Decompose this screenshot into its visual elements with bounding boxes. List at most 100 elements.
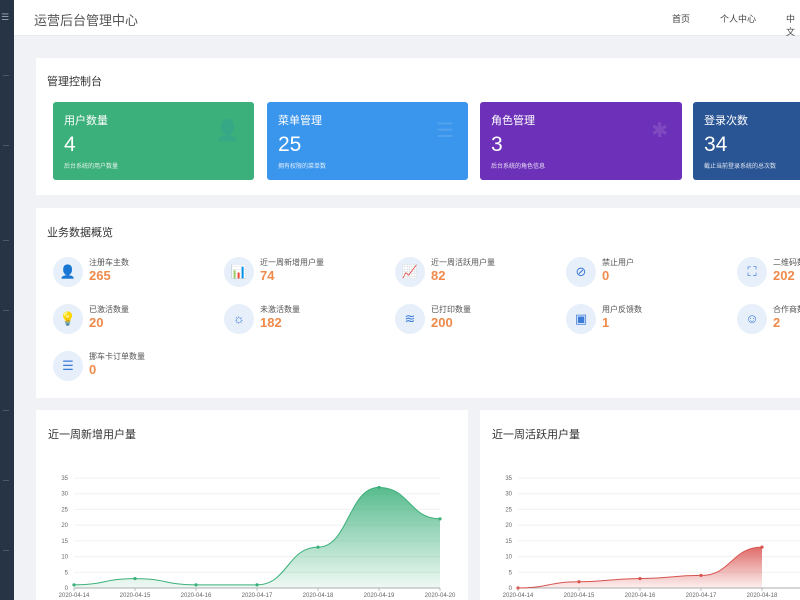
data-point[interactable] (577, 580, 581, 584)
y-tick-label: 35 (61, 476, 68, 482)
lightbulb-icon: ☼ (224, 304, 254, 334)
sidebar-item[interactable] (3, 145, 9, 146)
role-icon: ✱ (651, 120, 668, 142)
business-stat-item[interactable]: ≋ 已打印数量 200 (395, 302, 545, 342)
app-title: 运营后台管理中心 (34, 13, 139, 28)
x-tick-label: 2020-04-20 (425, 593, 456, 599)
data-point[interactable] (438, 517, 442, 521)
x-tick-label: 2020-04-18 (747, 593, 778, 599)
business-stat-item[interactable]: ⛶ 二维码数202 (737, 255, 800, 295)
y-tick-label: 0 (509, 586, 513, 592)
business-stat-label: 挪车卡订单数量 (89, 352, 145, 361)
list-icon: ☰ (53, 351, 83, 381)
y-tick-label: 0 (65, 586, 69, 592)
top-bar: 运营后台管理中心 首页 个人中心 中文 (14, 0, 800, 38)
business-stat-item[interactable]: ☰ 挪车卡订单数量 0 (53, 349, 203, 389)
active-users-chart-panel: 近一周活跃用户量 0 5 10 15 20 25 30 35 2020-04-14 2020-04… (480, 410, 800, 600)
user-icon: 👤 (53, 257, 83, 287)
y-tick-label: 15 (61, 539, 68, 545)
business-stat-label: 用户反馈数 (602, 305, 642, 314)
y-tick-label: 15 (505, 539, 512, 545)
business-stat-item[interactable]: 👤 注册车主数 265 (53, 255, 203, 295)
x-tick-label: 2020-04-17 (242, 593, 273, 599)
x-tick-label: 2020-04-14 (59, 593, 90, 599)
card-role-management[interactable]: 角色管理 3 后台系统的角色信息 ✱ (480, 102, 682, 180)
lightbulb-on-icon: 💡 (53, 304, 83, 334)
card-description: 截止当前登录系统的总次数 (704, 164, 777, 170)
business-stat-item[interactable]: ☼ 未激活数量 182 (224, 302, 374, 342)
menu-icon: ☰ (436, 120, 454, 142)
nav-profile-link[interactable]: 个人中心 (720, 12, 756, 25)
business-stat-value: 265 (89, 268, 111, 283)
business-stat-item[interactable]: ⊘ 禁止用户 0 (566, 255, 716, 295)
y-tick-label: 5 (65, 570, 69, 576)
business-stat-label: 二维码数 (773, 258, 800, 267)
box-icon: ▣ (566, 304, 596, 334)
card-user-count[interactable]: 用户数量 4 后台系统的用户数量 👤 (53, 102, 254, 180)
y-tick-label: 25 (61, 507, 68, 513)
bar-chart-icon: 📊 (224, 257, 254, 287)
data-point[interactable] (194, 583, 198, 587)
y-tick-label: 10 (61, 555, 68, 561)
business-stat-value: 20 (89, 315, 104, 330)
x-tick-label: 2020-04-18 (303, 593, 334, 599)
business-stat-label: 合作商数 (773, 305, 800, 314)
card-label: 登录次数 (704, 115, 748, 127)
business-stat-value: 182 (260, 315, 282, 330)
business-stat-item[interactable]: 📈 近一周活跃用户量 82 (395, 255, 545, 295)
scan-icon: ⛶ (737, 257, 767, 287)
nav-home-link[interactable]: 首页 (672, 12, 690, 25)
nav-language-link[interactable]: 中文 (786, 12, 800, 38)
sidebar-item[interactable] (3, 480, 9, 481)
business-stat-label: 已打印数量 (431, 305, 471, 314)
business-stat-item[interactable]: ▣ 用户反馈数 1 (566, 302, 716, 342)
new-users-chart: 0 5 10 15 20 25 30 35 2020-04-14 2020-04-15 2020-0… (59, 476, 456, 599)
x-tick-label: 2020-04-17 (686, 593, 717, 599)
y-tick-label: 35 (505, 476, 512, 482)
data-point[interactable] (760, 545, 764, 549)
sidebar-item[interactable] (3, 310, 9, 311)
business-stat-item[interactable]: ☺ 合作商数2 (737, 302, 800, 342)
card-value: 4 (64, 133, 76, 156)
sidebar-item[interactable] (3, 550, 9, 551)
data-point[interactable] (133, 576, 137, 581)
business-stat-label: 近一周新增用户量 (260, 258, 324, 267)
business-stat-value: 0 (602, 268, 610, 283)
card-login-count[interactable]: 登录次数 34 截止当前登录系统的总次数 (693, 102, 800, 180)
business-stat-label: 未激活数量 (260, 305, 300, 314)
y-tick-label: 30 (61, 492, 68, 498)
user-icon: 👤 (215, 120, 240, 142)
card-value: 3 (491, 133, 503, 156)
sidebar-item[interactable] (3, 75, 9, 76)
business-overview-title: 业务数据概览 (47, 227, 113, 239)
business-stat-item[interactable]: 💡 已激活数量 20 (53, 302, 203, 342)
data-point[interactable] (316, 545, 320, 549)
x-tick-label: 2020-04-15 (120, 593, 151, 599)
business-stat-label: 注册车主数 (89, 258, 129, 267)
y-tick-label: 25 (505, 507, 512, 513)
x-tick-label: 2020-04-15 (564, 593, 595, 599)
data-point[interactable] (72, 583, 76, 587)
card-label: 菜单管理 (278, 115, 322, 127)
business-stat-value: 0 (89, 362, 97, 377)
data-point[interactable] (255, 583, 259, 587)
menu-icon[interactable]: ☰ (1, 12, 9, 23)
business-stat-label: 禁止用户 (602, 258, 634, 267)
series-area (74, 487, 440, 588)
trend-chart-icon: 📈 (395, 257, 425, 287)
card-menu-management[interactable]: 菜单管理 25 拥有权限的菜单数 ☰ (267, 102, 468, 180)
x-tick-label: 2020-04-16 (625, 593, 656, 599)
business-stat-item[interactable]: 📊 近一周新增用户量 74 (224, 255, 374, 295)
data-point[interactable] (377, 485, 381, 490)
sidebar-item[interactable] (3, 240, 9, 241)
x-tick-label: 2020-04-16 (181, 593, 212, 599)
business-stat-label: 近一周活跃用户量 (431, 258, 495, 267)
layers-icon: ≋ (395, 304, 425, 334)
series-area (518, 547, 762, 588)
card-description: 拥有权限的菜单数 (278, 164, 327, 170)
y-tick-label: 30 (505, 492, 512, 498)
card-description: 后台系统的角色信息 (491, 164, 546, 170)
data-point[interactable] (699, 573, 703, 578)
data-point[interactable] (638, 576, 642, 581)
sidebar-item[interactable] (3, 410, 9, 411)
